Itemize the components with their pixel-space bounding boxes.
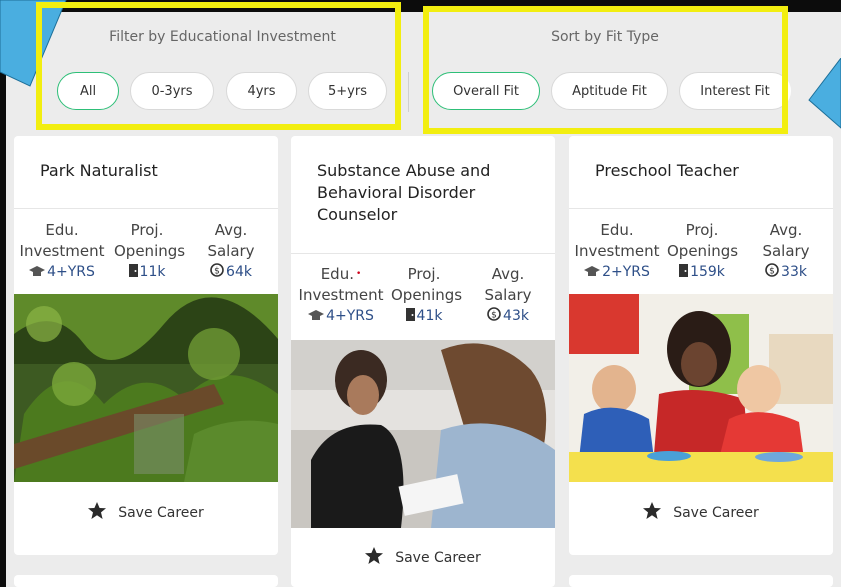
forest-photo	[14, 294, 278, 482]
career-title: Substance Abuse and Behavioral Disorder …	[317, 161, 491, 224]
save-career-button[interactable]: Save Career	[14, 502, 278, 521]
svg-text:$: $	[491, 311, 497, 321]
door-icon	[679, 264, 689, 277]
salary-value: 33k	[781, 264, 807, 280]
star-icon	[365, 547, 384, 564]
salary-value: 43k	[503, 308, 529, 324]
card-divider	[14, 208, 278, 209]
required-marker: •	[355, 269, 362, 279]
edu-value: 2+YRS	[602, 264, 650, 280]
save-career-label: Save Career	[395, 550, 481, 566]
pointer-arrow-right-icon	[808, 58, 841, 129]
career-title: Park Naturalist	[40, 161, 158, 180]
projected-openings-stat: Proj. Openings 41k	[391, 265, 463, 324]
career-card[interactable]: Substance Abuse and Behavioral Disorder …	[291, 136, 555, 587]
edu-investment-stat: Edu. • Investment 4+YRS	[298, 265, 384, 324]
save-career-label: Save Career	[118, 505, 204, 521]
edu-filter-highlight	[36, 2, 401, 130]
projected-openings-stat: Proj. Openings 159k	[667, 221, 739, 280]
svg-text:$: $	[769, 267, 775, 277]
openings-value: 159k	[690, 264, 725, 280]
openings-value: 11k	[139, 264, 166, 280]
dollar-coin-icon: $	[765, 263, 779, 277]
save-career-button[interactable]: Save Career	[569, 502, 833, 521]
card-divider	[569, 208, 833, 209]
dollar-coin-icon: $	[210, 263, 224, 277]
counseling-photo	[291, 340, 555, 528]
openings-value: 41k	[416, 308, 443, 324]
edu-value: 4+YRS	[326, 308, 374, 324]
avg-salary-stat: Avg. Salary $64k	[207, 221, 255, 280]
dollar-coin-icon: $	[487, 307, 501, 321]
card-divider	[291, 253, 555, 254]
career-card[interactable]: Preschool Teacher Edu. Investment 2+YRS …	[569, 136, 833, 555]
career-card-partial[interactable]	[14, 575, 278, 587]
fit-sort-highlight	[423, 6, 788, 134]
career-card-partial[interactable]	[569, 575, 833, 587]
career-card[interactable]: Park Naturalist Edu. Investment 4+YRS Pr…	[14, 136, 278, 555]
door-icon	[128, 264, 138, 277]
projected-openings-stat: Proj. Openings 11k	[114, 221, 186, 280]
save-career-label: Save Career	[673, 505, 759, 521]
edu-investment-stat: Edu. Investment 4+YRS	[19, 221, 105, 280]
avg-salary-stat: Avg. Salary $43k	[484, 265, 532, 324]
star-icon	[643, 502, 662, 519]
avg-salary-stat: Avg. Salary $33k	[762, 221, 810, 280]
graduation-cap-icon	[584, 266, 601, 276]
filter-divider	[408, 72, 409, 112]
graduation-cap-icon	[29, 266, 46, 276]
save-career-button[interactable]: Save Career	[291, 547, 555, 566]
graduation-cap-icon	[308, 310, 325, 320]
door-icon	[405, 308, 415, 321]
edu-value: 4+YRS	[47, 264, 95, 280]
career-title: Preschool Teacher	[595, 161, 739, 180]
preschool-photo	[569, 294, 833, 482]
salary-value: 64k	[226, 264, 252, 280]
star-icon	[88, 502, 107, 519]
edu-investment-stat: Edu. Investment 2+YRS	[574, 221, 660, 280]
svg-text:$: $	[214, 267, 220, 277]
